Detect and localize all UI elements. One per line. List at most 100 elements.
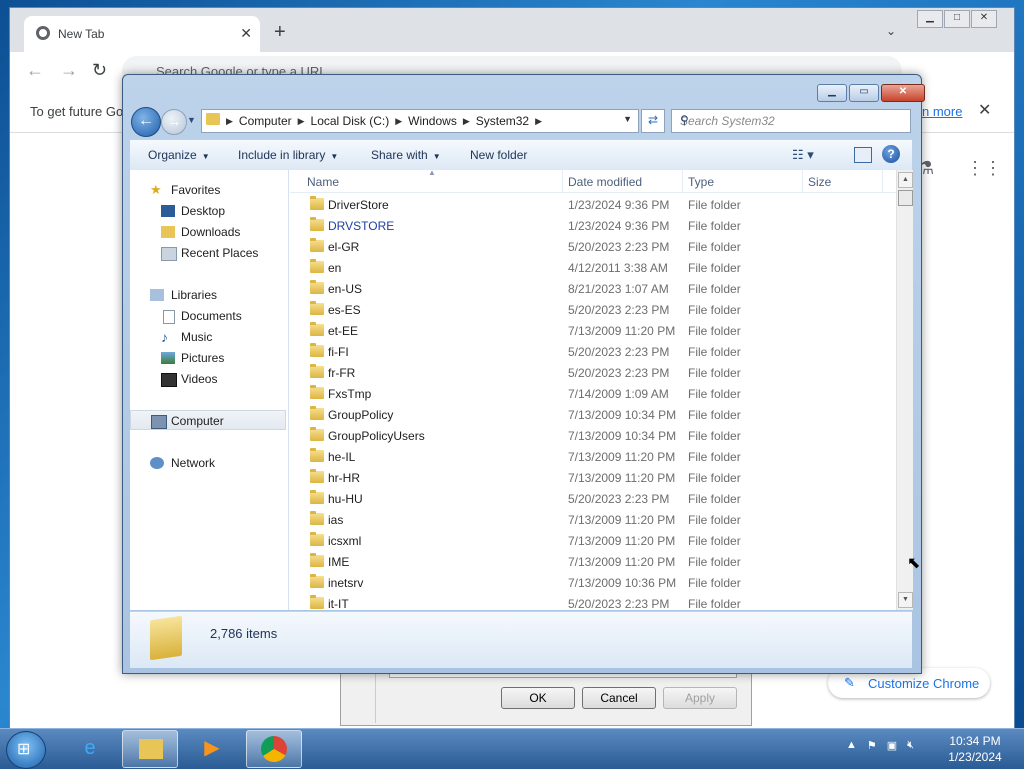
refresh-icon[interactable]: ⇄ (641, 109, 665, 133)
new-folder-button[interactable]: New folder (470, 148, 527, 162)
show-hidden-icons-icon[interactable]: ▲ (846, 739, 857, 752)
table-row[interactable]: IME 7/13/2009 11:20 PM File folder (290, 551, 896, 572)
breadcrumb-chevron-icon[interactable]: ▶ (395, 114, 402, 128)
search-input[interactable]: Search System32 ⚲ (671, 109, 911, 133)
breadcrumb-chevron-icon[interactable]: ▶ (298, 114, 305, 128)
table-row[interactable]: et-EE 7/13/2009 11:20 PM File folder (290, 320, 896, 341)
column-name[interactable]: Name (307, 175, 339, 189)
chevron-down-icon: ▼ (330, 152, 339, 161)
table-row[interactable]: GroupPolicyUsers 7/13/2009 10:34 PM File f… (290, 425, 896, 446)
breadcrumb-local-disk[interactable]: Local Disk (C:) (311, 114, 390, 128)
table-row[interactable]: he-IL 7/13/2009 11:20 PM File folder (290, 446, 896, 467)
nav-videos[interactable]: Videos (130, 369, 286, 389)
taskbar-clock[interactable]: 10:34 PM 1/23/2024 (940, 733, 1010, 765)
breadcrumb-chevron-icon[interactable]: ▶ (463, 114, 470, 128)
tab-close-icon[interactable]: ✕ (240, 25, 252, 42)
column-divider[interactable] (802, 170, 803, 192)
taskbar-chrome[interactable] (246, 730, 302, 768)
new-tab-button[interactable]: + (274, 22, 286, 42)
minimize-button[interactable]: ▁ (917, 10, 943, 28)
address-bar[interactable]: ▶ Computer ▶ Local Disk (C:) ▶ Windows ▶… (201, 109, 639, 133)
table-row[interactable]: en 4/12/2011 3:38 AM File folder (290, 257, 896, 278)
table-row[interactable]: inetsrv 7/13/2009 10:36 PM File folder (290, 572, 896, 593)
vertical-scrollbar[interactable]: ▲ ▼ (896, 170, 913, 610)
maximize-button[interactable]: □ (944, 10, 970, 28)
forward-arrow-icon[interactable]: → (60, 60, 78, 81)
start-button[interactable]: ⊞ (6, 731, 46, 769)
breadcrumb-computer[interactable]: Computer (239, 114, 292, 128)
scroll-thumb[interactable] (898, 190, 913, 206)
recent-pages-chevron-icon[interactable]: ▼ (187, 115, 196, 125)
google-apps-grid-icon[interactable]: ⋮⋮ (966, 158, 1002, 179)
table-row[interactable]: GroupPolicy 7/13/2009 10:34 PM File folder (290, 404, 896, 425)
scroll-up-icon[interactable]: ▲ (898, 172, 913, 188)
table-row[interactable]: hr-HR 7/13/2009 11:20 PM File folder (290, 467, 896, 488)
share-with-button[interactable]: Share with ▼ (371, 148, 441, 162)
taskbar-windows-explorer[interactable] (122, 730, 178, 768)
back-arrow-icon[interactable]: ← (26, 60, 44, 81)
row-name: hu-HU (328, 492, 363, 506)
table-row[interactable]: es-ES 5/20/2023 2:23 PM File folder (290, 299, 896, 320)
breadcrumb-windows[interactable]: Windows (408, 114, 457, 128)
row-date-modified: 7/13/2009 10:34 PM (568, 429, 677, 443)
preview-pane-icon[interactable] (854, 147, 872, 163)
column-size[interactable]: Size (808, 175, 831, 189)
table-row[interactable]: icsxml 7/13/2009 11:20 PM File folder (290, 530, 896, 551)
ok-button[interactable]: OK (501, 687, 575, 709)
search-icon[interactable]: ⚲ (680, 113, 904, 127)
column-divider[interactable] (562, 170, 563, 192)
scroll-down-icon[interactable]: ▼ (898, 592, 913, 608)
taskbar-internet-explorer[interactable]: e (62, 730, 116, 766)
network-status-icon[interactable]: ▣ (887, 739, 897, 752)
breadcrumb-chevron-icon[interactable]: ▶ (226, 114, 233, 128)
nav-pictures[interactable]: Pictures (130, 348, 286, 368)
table-row[interactable]: DriverStore 1/23/2024 9:36 PM File folder (290, 194, 896, 215)
address-dropdown-icon[interactable]: ▼ (623, 114, 632, 124)
tab-search-chevron-down-icon[interactable]: ⌄ (886, 24, 896, 38)
table-row[interactable]: ias 7/13/2009 11:20 PM File folder (290, 509, 896, 530)
reload-icon[interactable]: ↻ (92, 60, 107, 81)
table-row[interactable]: it-IT 5/20/2023 2:23 PM File folder (290, 593, 896, 610)
cancel-button[interactable]: Cancel (582, 687, 656, 709)
organize-button[interactable]: Organize ▼ (148, 148, 210, 162)
table-row[interactable]: FxsTmp 7/14/2009 1:09 AM File folder (290, 383, 896, 404)
breadcrumb-chevron-icon[interactable]: ▶ (535, 114, 542, 128)
nav-documents[interactable]: Documents (130, 306, 286, 326)
column-divider[interactable] (882, 170, 883, 192)
help-icon[interactable]: ? (882, 145, 900, 163)
nav-libraries[interactable]: Libraries (130, 285, 286, 305)
dialog-maximize-button[interactable]: ▭ (849, 84, 879, 102)
table-row[interactable]: DRVSTORE 1/23/2024 9:36 PM File folder (290, 215, 896, 236)
forward-button[interactable]: → (161, 109, 187, 135)
include-in-library-button[interactable]: Include in library ▼ (238, 148, 338, 162)
breadcrumb-system32[interactable]: System32 (476, 114, 529, 128)
table-row[interactable]: el-GR 5/20/2023 2:23 PM File folder (290, 236, 896, 257)
table-row[interactable]: fi-FI 5/20/2023 2:23 PM File folder (290, 341, 896, 362)
infobar-learn-more-link[interactable]: n more (922, 104, 962, 119)
column-type[interactable]: Type (688, 175, 714, 189)
dialog-minimize-button[interactable]: ▁ (817, 84, 847, 102)
back-button[interactable]: ← (131, 107, 161, 137)
table-row[interactable]: fr-FR 5/20/2023 2:23 PM File folder (290, 362, 896, 383)
infobar-close-icon[interactable]: ✕ (978, 100, 991, 120)
taskbar-media-player[interactable]: ▶ (184, 730, 238, 766)
nav-network[interactable]: Network (130, 453, 286, 473)
internet-explorer-icon: e (84, 737, 96, 759)
volume-muted-icon[interactable]: 🔇︎ (907, 739, 914, 752)
chrome-icon (261, 736, 287, 762)
chrome-tab-new-tab[interactable]: New Tab ✕ (24, 16, 260, 52)
nav-recent-places[interactable]: Recent Places (130, 243, 286, 263)
dialog-close-button[interactable]: ✕ (881, 84, 925, 102)
column-date-modified[interactable]: Date modified (568, 175, 642, 189)
nav-downloads[interactable]: Downloads (130, 222, 286, 242)
table-row[interactable]: hu-HU 5/20/2023 2:23 PM File folder (290, 488, 896, 509)
column-divider[interactable] (682, 170, 683, 192)
nav-favorites[interactable]: ★ Favorites (130, 180, 286, 200)
nav-computer[interactable]: Computer (130, 410, 286, 430)
table-row[interactable]: en-US 8/21/2023 1:07 AM File folder (290, 278, 896, 299)
close-window-button[interactable]: ✕ (971, 10, 997, 28)
nav-desktop[interactable]: Desktop (130, 201, 286, 221)
action-center-flag-icon[interactable]: ⚑ (867, 739, 877, 752)
change-view-icon[interactable]: ☷ ▾ (792, 147, 814, 163)
nav-music[interactable]: ♪ Music (130, 327, 286, 347)
